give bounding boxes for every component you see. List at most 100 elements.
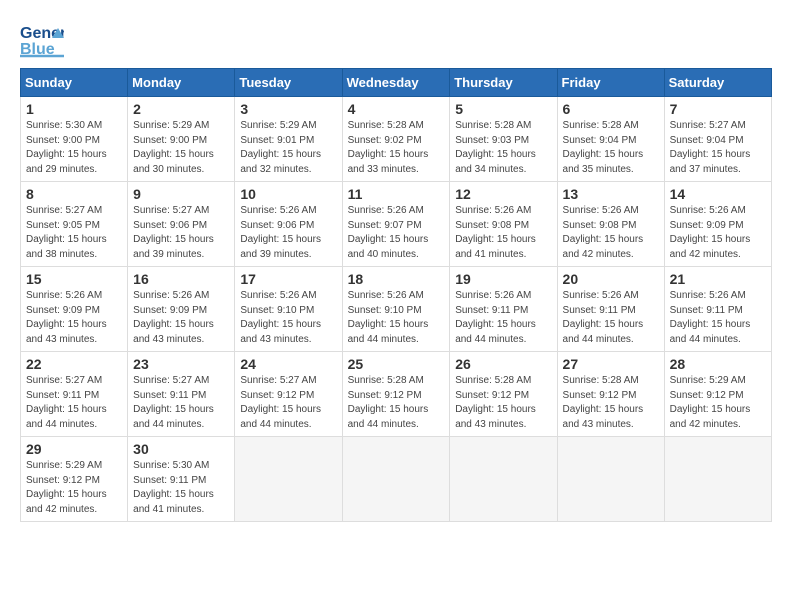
day-number: 9 [133,186,229,202]
day-number: 22 [26,356,122,372]
day-number: 24 [240,356,336,372]
day-info: Sunrise: 5:26 AM Sunset: 9:10 PM Dayligh… [240,289,336,347]
day-number: 14 [670,186,766,202]
day-number: 3 [240,101,336,117]
calendar-day-cell: 17 Sunrise: 5:26 AM Sunset: 9:10 PM Dayli… [235,267,342,352]
calendar-day-cell [235,437,342,522]
day-info: Sunrise: 5:27 AM Sunset: 9:05 PM Dayligh… [26,204,122,262]
page-header: General Blue [20,20,772,58]
day-info: Sunrise: 5:27 AM Sunset: 9:11 PM Dayligh… [26,374,122,432]
day-info: Sunrise: 5:26 AM Sunset: 9:06 PM Dayligh… [240,204,336,262]
calendar-day-cell: 20Sunrise: 5:26 AM Sunset: 9:11 PM Dayli… [557,267,664,352]
day-info: Sunrise: 5:26 AM Sunset: 9:07 PM Dayligh… [348,204,445,262]
calendar-day-cell: 5 Sunrise: 5:28 AM Sunset: 9:03 PM Daylig… [450,97,557,182]
calendar-day-cell: 21 Sunrise: 5:26 AM Sunset: 9:11 PM Dayli… [664,267,771,352]
day-info: Sunrise: 5:28 AM Sunset: 9:02 PM Dayligh… [348,119,445,177]
calendar-day-cell: 8 Sunrise: 5:27 AM Sunset: 9:05 PM Daylig… [21,182,128,267]
day-info: Sunrise: 5:26 AM Sunset: 9:08 PM Dayligh… [455,204,551,262]
weekday-friday: Friday [557,69,664,97]
calendar-day-cell: 19 Sunrise: 5:26 AM Sunset: 9:11 PM Dayli… [450,267,557,352]
calendar-day-cell: 24 Sunrise: 5:27 AM Sunset: 9:12 PM Dayli… [235,352,342,437]
day-info: Sunrise: 5:30 AM Sunset: 9:11 PM Dayligh… [133,459,229,517]
calendar-week-row: 8 Sunrise: 5:27 AM Sunset: 9:05 PM Daylig… [21,182,772,267]
calendar-day-cell: 7 Sunrise: 5:27 AM Sunset: 9:04 PM Daylig… [664,97,771,182]
calendar-day-cell: 6 Sunrise: 5:28 AM Sunset: 9:04 PM Daylig… [557,97,664,182]
day-number: 8 [26,186,122,202]
day-info: Sunrise: 5:26 AM Sunset: 9:11 PM Dayligh… [670,289,766,347]
calendar-day-cell: 25 Sunrise: 5:28 AM Sunset: 9:12 PM Dayli… [342,352,450,437]
calendar-week-row: 1Sunrise: 5:30 AM Sunset: 9:00 PM Daylig… [21,97,772,182]
day-number: 18 [348,271,445,287]
calendar-day-cell [664,437,771,522]
day-number: 29 [26,441,122,457]
day-info: Sunrise: 5:26 AM Sunset: 9:09 PM Dayligh… [670,204,766,262]
calendar-day-cell: 22 Sunrise: 5:27 AM Sunset: 9:11 PM Dayli… [21,352,128,437]
day-number: 20 [563,271,659,287]
calendar-day-cell: 16 Sunrise: 5:26 AM Sunset: 9:09 PM Dayli… [128,267,235,352]
calendar-day-cell: 23 Sunrise: 5:27 AM Sunset: 9:11 PM Dayli… [128,352,235,437]
calendar-day-cell: 14 Sunrise: 5:26 AM Sunset: 9:09 PM Dayli… [664,182,771,267]
calendar-day-cell: 10 Sunrise: 5:26 AM Sunset: 9:06 PM Dayli… [235,182,342,267]
day-info: Sunrise: 5:27 AM Sunset: 9:04 PM Dayligh… [670,119,766,177]
day-number: 7 [670,101,766,117]
day-number: 13 [563,186,659,202]
day-number: 25 [348,356,445,372]
day-info: Sunrise: 5:26 AM Sunset: 9:09 PM Dayligh… [133,289,229,347]
calendar-day-cell: 28 Sunrise: 5:29 AM Sunset: 9:12 PM Dayli… [664,352,771,437]
day-number: 19 [455,271,551,287]
weekday-wednesday: Wednesday [342,69,450,97]
calendar-week-row: 15 Sunrise: 5:26 AM Sunset: 9:09 PM Dayli… [21,267,772,352]
day-info: Sunrise: 5:27 AM Sunset: 9:11 PM Dayligh… [133,374,229,432]
day-number: 17 [240,271,336,287]
calendar-day-cell: 26Sunrise: 5:28 AM Sunset: 9:12 PM Dayli… [450,352,557,437]
day-number: 10 [240,186,336,202]
calendar-body: 1Sunrise: 5:30 AM Sunset: 9:00 PM Daylig… [21,97,772,522]
day-number: 12 [455,186,551,202]
day-number: 2 [133,101,229,117]
day-number: 5 [455,101,551,117]
calendar-day-cell: 3 Sunrise: 5:29 AM Sunset: 9:01 PM Daylig… [235,97,342,182]
day-info: Sunrise: 5:28 AM Sunset: 9:12 PM Dayligh… [348,374,445,432]
calendar-day-cell: 29 Sunrise: 5:29 AM Sunset: 9:12 PM Dayli… [21,437,128,522]
day-info: Sunrise: 5:29 AM Sunset: 9:12 PM Dayligh… [670,374,766,432]
day-info: Sunrise: 5:27 AM Sunset: 9:06 PM Dayligh… [133,204,229,262]
calendar-day-cell [450,437,557,522]
day-info: Sunrise: 5:26 AM Sunset: 9:10 PM Dayligh… [348,289,445,347]
day-number: 28 [670,356,766,372]
weekday-tuesday: Tuesday [235,69,342,97]
calendar-day-cell [557,437,664,522]
calendar-week-row: 29 Sunrise: 5:29 AM Sunset: 9:12 PM Dayli… [21,437,772,522]
day-info: Sunrise: 5:29 AM Sunset: 9:01 PM Dayligh… [240,119,336,177]
day-number: 6 [563,101,659,117]
calendar-day-cell: 4 Sunrise: 5:28 AM Sunset: 9:02 PM Daylig… [342,97,450,182]
calendar-day-cell: 15Sunrise: 5:26 AM Sunset: 9:09 PM Dayli… [21,267,128,352]
day-number: 27 [563,356,659,372]
calendar-day-cell: 27 Sunrise: 5:28 AM Sunset: 9:12 PM Dayli… [557,352,664,437]
day-number: 11 [348,186,445,202]
day-info: Sunrise: 5:26 AM Sunset: 9:08 PM Dayligh… [563,204,659,262]
day-info: Sunrise: 5:28 AM Sunset: 9:03 PM Dayligh… [455,119,551,177]
day-number: 4 [348,101,445,117]
day-number: 15 [26,271,122,287]
day-info: Sunrise: 5:28 AM Sunset: 9:04 PM Dayligh… [563,119,659,177]
day-info: Sunrise: 5:29 AM Sunset: 9:12 PM Dayligh… [26,459,122,517]
day-info: Sunrise: 5:28 AM Sunset: 9:12 PM Dayligh… [563,374,659,432]
day-number: 1 [26,101,122,117]
day-number: 26 [455,356,551,372]
calendar-day-cell [342,437,450,522]
logo: General Blue [20,20,64,58]
weekday-sunday: Sunday [21,69,128,97]
calendar-day-cell: 11 Sunrise: 5:26 AM Sunset: 9:07 PM Dayli… [342,182,450,267]
calendar-day-cell: 12 Sunrise: 5:26 AM Sunset: 9:08 PM Dayli… [450,182,557,267]
day-number: 21 [670,271,766,287]
day-info: Sunrise: 5:27 AM Sunset: 9:12 PM Dayligh… [240,374,336,432]
day-number: 23 [133,356,229,372]
calendar-day-cell: 1Sunrise: 5:30 AM Sunset: 9:00 PM Daylig… [21,97,128,182]
calendar-week-row: 22 Sunrise: 5:27 AM Sunset: 9:11 PM Dayli… [21,352,772,437]
day-number: 16 [133,271,229,287]
day-info: Sunrise: 5:29 AM Sunset: 9:00 PM Dayligh… [133,119,229,177]
calendar-day-cell: 2 Sunrise: 5:29 AM Sunset: 9:00 PM Daylig… [128,97,235,182]
calendar-table: SundayMondayTuesdayWednesdayThursdayFrid… [20,68,772,522]
logo-icon: General Blue [20,20,64,58]
day-info: Sunrise: 5:26 AM Sunset: 9:11 PM Dayligh… [455,289,551,347]
